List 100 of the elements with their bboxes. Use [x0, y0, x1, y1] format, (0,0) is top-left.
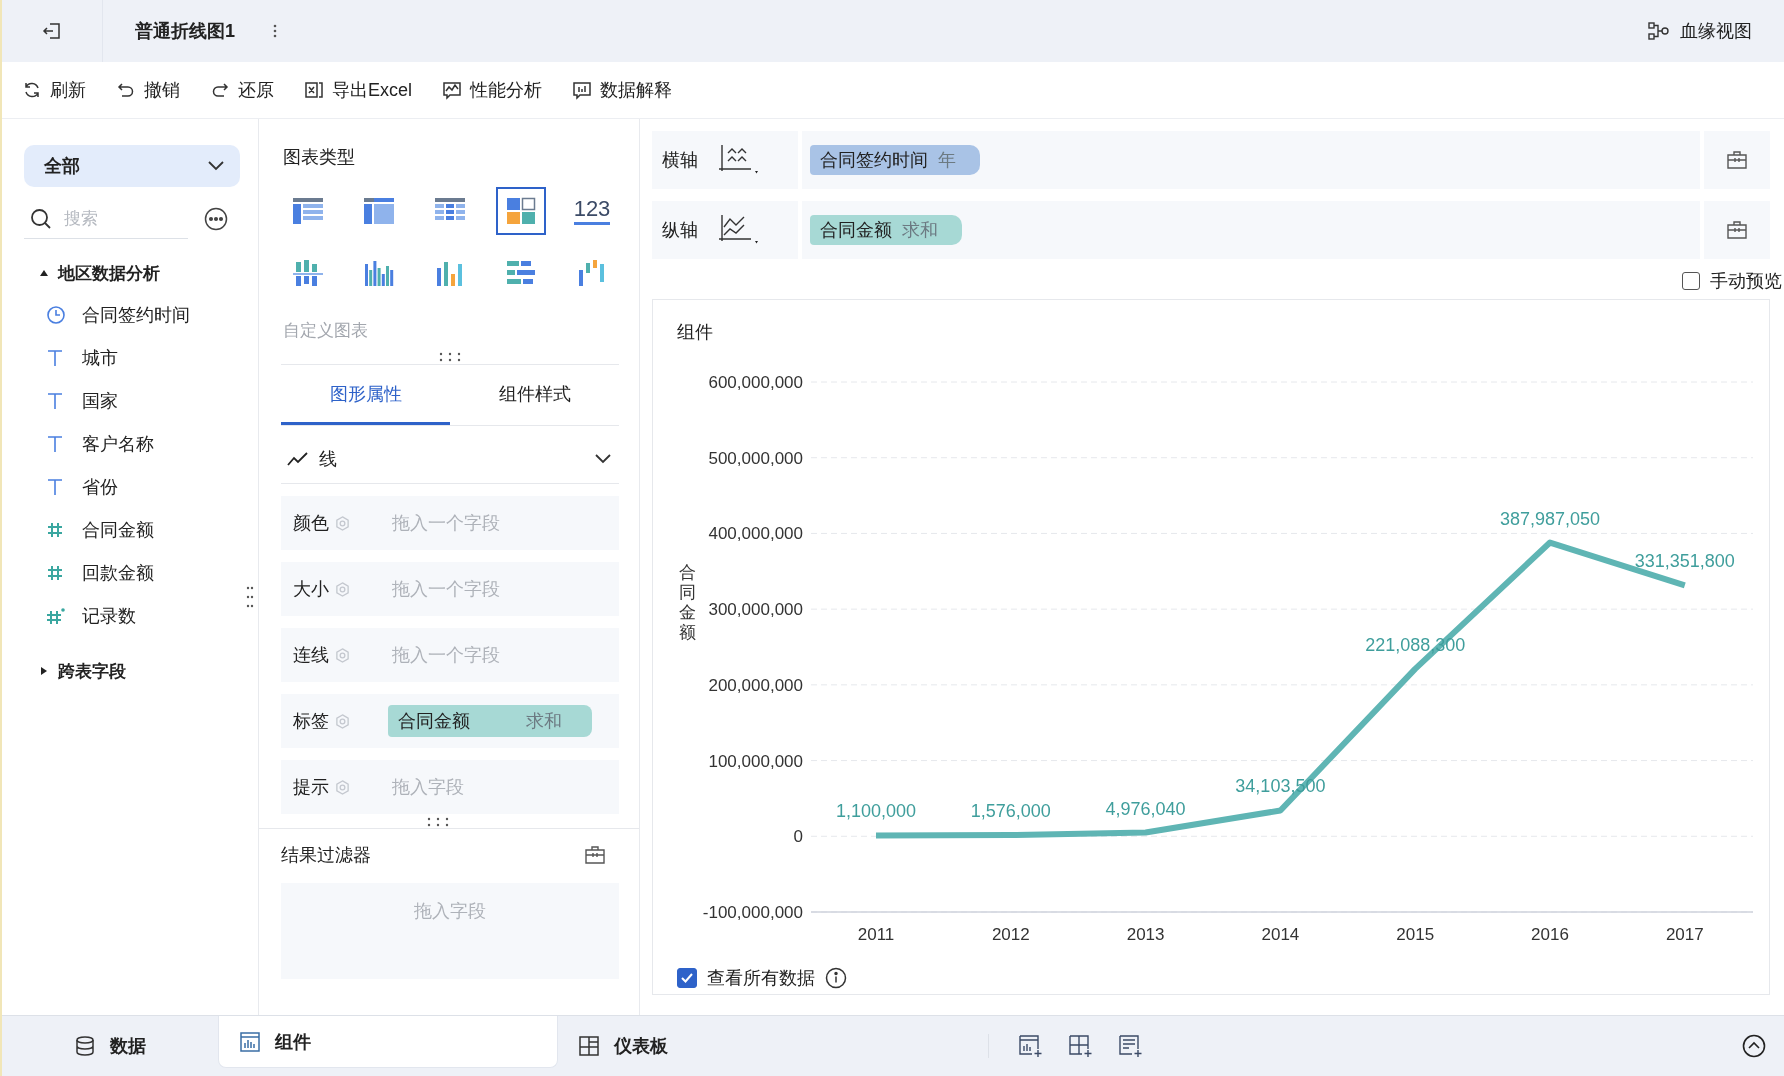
text-type-icon [46, 434, 64, 453]
bottom-tab[interactable]: 组件 [218, 1016, 558, 1068]
x-tick-label: 2013 [1126, 925, 1165, 944]
hash-icon [46, 606, 66, 625]
exit-icon[interactable] [42, 21, 62, 41]
drop-placeholder: 拖入一个字段 [392, 644, 500, 667]
tree-group[interactable]: 地区数据分析 [40, 261, 242, 285]
field-item[interactable]: 记录数 [24, 594, 242, 637]
custom-chart-icon [505, 196, 537, 226]
field-pill[interactable]: 合同金额 求和 [810, 215, 962, 245]
field-pill[interactable]: 合同签约时间 年 [810, 145, 980, 175]
manual-preview-checkbox[interactable]: 手动预览 [1682, 269, 1782, 293]
triangle-icon [40, 667, 48, 675]
section-title: 图表类型 [283, 146, 356, 169]
multi-bar-chart-icon [363, 258, 395, 288]
performance-icon [442, 80, 462, 100]
text-type-icon [46, 348, 64, 367]
hash-icon [46, 563, 64, 582]
more-options-icon[interactable] [204, 207, 228, 231]
toolbox-icon[interactable] [585, 846, 605, 864]
search-field[interactable]: 搜索 [62, 207, 176, 230]
view-all-data-checkbox[interactable]: 查看所有数据 [677, 966, 815, 990]
property-row[interactable]: 提示 拖入字段 [281, 760, 619, 814]
section-title: 结果过滤器 [281, 844, 371, 867]
data-tab-icon [74, 1035, 96, 1057]
y-tick-label: -100,000,000 [702, 903, 803, 922]
data-label: 1,576,000 [970, 801, 1051, 822]
bottom-tab[interactable]: 仪表板 [558, 1016, 888, 1076]
grouped-bar-chart-icon [292, 258, 324, 288]
lineage-view-button[interactable]: 血缘视图 [1642, 13, 1758, 49]
add-dashboard-icon[interactable] [1069, 1035, 1093, 1057]
y-tick-label: 200,000,000 [708, 675, 803, 695]
toolbar-button[interactable]: 数据解释 [572, 78, 672, 102]
y-tick-label: 500,000,000 [708, 448, 803, 468]
excel-icon [304, 80, 324, 100]
x-tick-label: 2012 [991, 925, 1030, 944]
group-table-chart-icon [363, 196, 395, 226]
toolbox-icon[interactable] [1727, 221, 1747, 239]
toolbox-icon[interactable] [1727, 151, 1747, 169]
chevron-down-icon [595, 453, 611, 464]
drag-handle-icon[interactable] [427, 817, 449, 827]
chart-type-option[interactable]: 123 [567, 187, 617, 235]
chevron-down-icon [208, 161, 224, 171]
toolbar-button[interactable]: 还原 [210, 78, 274, 102]
toolbar-button[interactable]: 性能分析 [442, 78, 542, 102]
x-tick-label: 2015 [1396, 925, 1435, 944]
dashboard-tab-icon [578, 1035, 600, 1057]
add-component-icon[interactable] [1019, 1035, 1043, 1057]
field-item[interactable]: 合同签约时间 [24, 293, 242, 336]
mark-type-dropdown[interactable]: 线 [281, 434, 619, 484]
chart-type-option[interactable] [496, 187, 546, 235]
field-item[interactable]: 城市 [24, 336, 242, 379]
info-icon[interactable] [825, 967, 847, 989]
y-axis-title: 合同金额 [678, 563, 696, 642]
lineage-icon [1648, 21, 1670, 41]
more-icon[interactable] [273, 24, 277, 38]
property-label: 连线 [293, 644, 329, 667]
field-item[interactable]: 省份 [24, 465, 242, 508]
clock-icon [46, 304, 66, 325]
chart-title: 组件 [677, 321, 714, 342]
field-item[interactable]: 合同金额 [24, 508, 242, 551]
cross-table-chart-icon [292, 196, 324, 226]
toolbar-button[interactable]: 撤销 [116, 78, 180, 102]
property-label: 标签 [293, 710, 329, 733]
y-tick-label: 100,000,000 [708, 751, 803, 771]
x-tick-label: 2014 [1261, 925, 1300, 944]
collapse-icon[interactable] [1742, 1034, 1766, 1058]
data-label: 387,987,050 [1499, 508, 1601, 529]
drag-handle-icon[interactable] [439, 352, 461, 362]
redo-icon [210, 80, 230, 100]
y-tick-label: 400,000,000 [708, 524, 803, 544]
y-tick-label: 600,000,000 [708, 373, 803, 392]
property-tab[interactable]: 组件样式 [450, 365, 619, 425]
x-tick-label: 2017 [1665, 925, 1704, 944]
property-tab[interactable]: 图形属性 [281, 365, 450, 425]
field-item[interactable]: 回款金额 [24, 551, 242, 594]
text-type-icon [46, 477, 64, 496]
toolbar-button[interactable]: 导出Excel [304, 78, 412, 102]
field-item[interactable]: 国家 [24, 379, 242, 422]
data-label: 4,976,040 [1105, 798, 1186, 819]
property-row[interactable]: 标签 合同金额 求和 [281, 694, 619, 748]
drag-handle-icon[interactable] [246, 586, 254, 608]
field-item[interactable]: 客户名称 [24, 422, 242, 465]
property-label: 颜色 [293, 512, 329, 535]
explain-icon [572, 80, 592, 100]
axis-label: 横轴 [662, 149, 698, 172]
undo-icon [116, 80, 136, 100]
tree-group[interactable]: 跨表字段 [40, 659, 242, 683]
dataset-dropdown[interactable]: 全部 [24, 145, 240, 187]
line-chart-icon [287, 450, 309, 467]
property-row[interactable]: 连线 拖入一个字段 [281, 628, 619, 682]
x-tick-label: 2016 [1531, 925, 1569, 944]
field-pill[interactable]: 合同金额 求和 [388, 705, 592, 737]
property-row[interactable]: 颜色 拖入一个字段 [281, 496, 619, 550]
bottom-tab[interactable]: 数据 [2, 1016, 218, 1076]
add-report-icon[interactable] [1119, 1035, 1143, 1057]
drop-placeholder: 拖入一个字段 [392, 512, 500, 535]
y-tick-label: 0 [793, 827, 803, 847]
property-row[interactable]: 大小 拖入一个字段 [281, 562, 619, 616]
toolbar-button[interactable]: 刷新 [22, 78, 86, 102]
